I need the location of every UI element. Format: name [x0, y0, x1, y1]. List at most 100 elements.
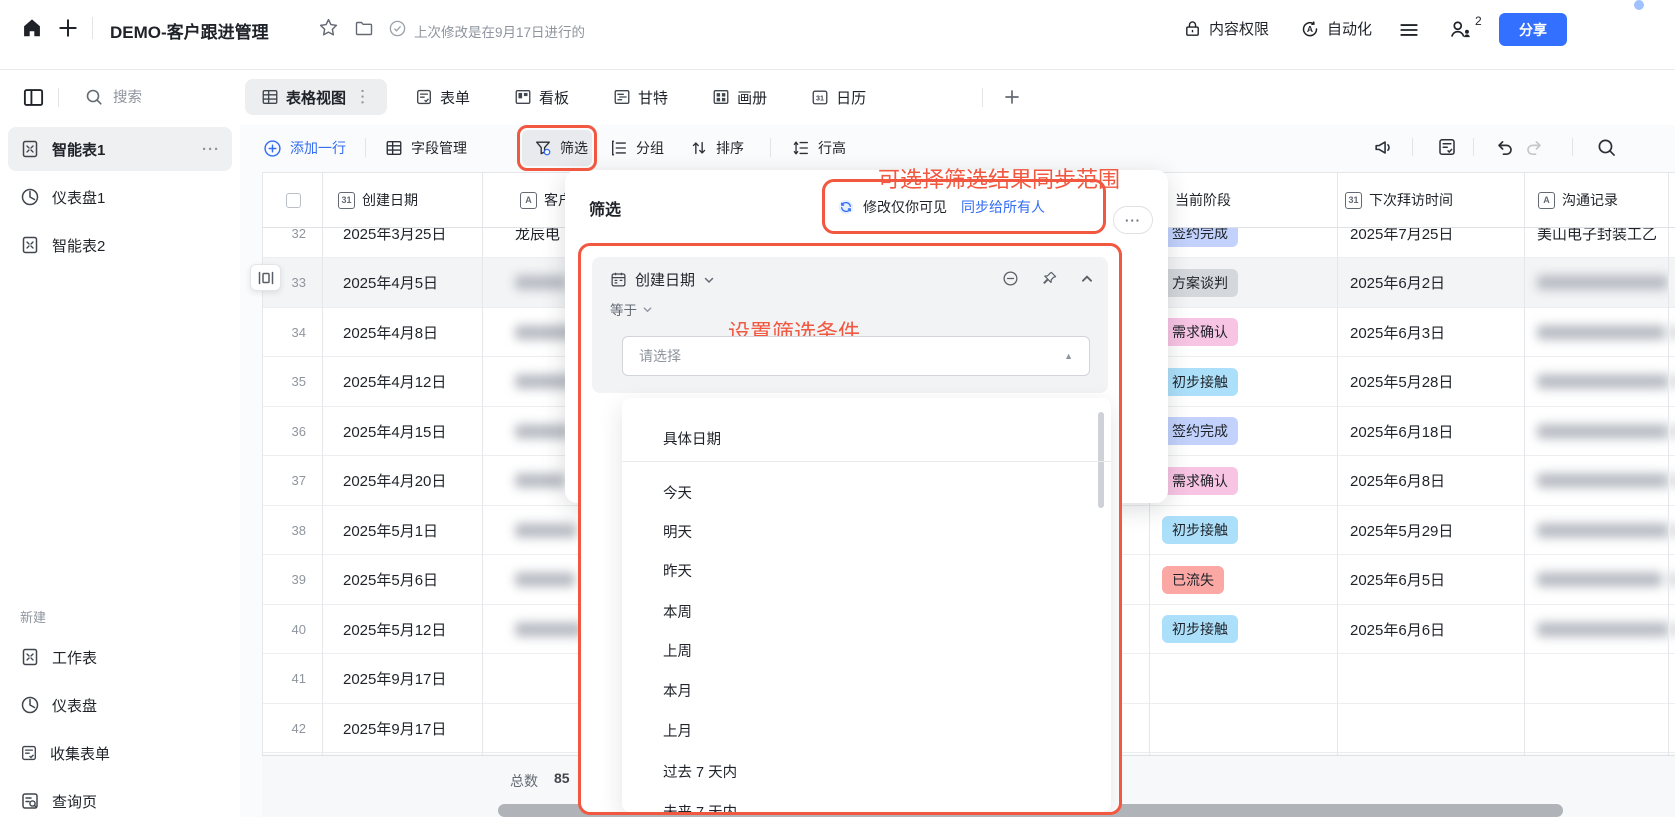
- row-number[interactable]: 34: [262, 308, 314, 358]
- sidebar-item-智能表1[interactable]: 智能表1···: [8, 127, 232, 171]
- share-button[interactable]: 分享: [1499, 13, 1567, 46]
- date-option-昨天[interactable]: 昨天: [622, 552, 1111, 588]
- content-permission-button[interactable]: 内容权限: [1183, 18, 1269, 39]
- row-number[interactable]: 39: [262, 555, 314, 605]
- group-button[interactable]: 分组: [610, 138, 664, 158]
- home-icon[interactable]: [21, 17, 43, 39]
- form-view-icon[interactable]: [1437, 137, 1457, 157]
- cell-create-date[interactable]: 2025年4月5日: [322, 258, 482, 308]
- operator-select[interactable]: 等于: [610, 299, 653, 319]
- cell-create-date[interactable]: 2025年3月25日: [322, 228, 482, 258]
- date-option-今天[interactable]: 今天: [622, 474, 1111, 510]
- condition-value-input[interactable]: 请选择 ▲: [622, 336, 1090, 376]
- tab-表格视图[interactable]: 表格视图···: [245, 79, 387, 115]
- cell-create-date[interactable]: 2025年4月12日: [322, 357, 482, 407]
- cell-record[interactable]: [1524, 308, 1668, 358]
- cell-create-date[interactable]: 2025年9月17日: [322, 654, 482, 704]
- condition-field-select[interactable]: 创建日期: [610, 269, 715, 290]
- cell-next-visit[interactable]: 2025年6月6日: [1337, 605, 1524, 655]
- menu-icon[interactable]: [1398, 19, 1420, 41]
- filter-more-button[interactable]: ···: [1113, 206, 1153, 234]
- folder-icon[interactable]: [354, 18, 374, 38]
- sidebar-create-查询页[interactable]: 查询页: [8, 779, 232, 817]
- date-option-未来 7 天内[interactable]: 未来 7 天内: [622, 793, 1111, 815]
- cell-create-date[interactable]: 2025年4月20日: [322, 456, 482, 506]
- tab-more-icon[interactable]: ···: [355, 89, 371, 106]
- tab-画册[interactable]: 画册: [696, 79, 783, 115]
- tab-看板[interactable]: 看板: [498, 79, 585, 115]
- row-number[interactable]: 38: [262, 506, 314, 556]
- cell-next-visit[interactable]: 2025年7月25日: [1337, 228, 1524, 258]
- column-header-record[interactable]: A沟通记录: [1538, 173, 1618, 227]
- cell-record[interactable]: 美山电子封装工乙: [1524, 228, 1668, 258]
- cell-next-visit[interactable]: 2025年6月18日: [1337, 407, 1524, 457]
- row-number[interactable]: 40: [262, 605, 314, 655]
- cell-record[interactable]: [1524, 456, 1668, 506]
- table-search-icon[interactable]: [1596, 137, 1617, 158]
- row-number[interactable]: 37: [262, 456, 314, 506]
- sidebar-create-工作表[interactable]: 工作表: [8, 635, 232, 679]
- cell-create-date[interactable]: 2025年9月17日: [322, 704, 482, 754]
- cell-create-date[interactable]: 2025年4月15日: [322, 407, 482, 457]
- new-doc-plus-icon[interactable]: [57, 17, 79, 39]
- cell-record[interactable]: [1524, 654, 1668, 704]
- column-header-create-date[interactable]: 31创建日期: [338, 173, 418, 227]
- automation-button[interactable]: A 自动化: [1300, 18, 1372, 39]
- cell-next-visit[interactable]: 2025年6月8日: [1337, 456, 1524, 506]
- add-row-button[interactable]: 添加一行: [263, 138, 346, 158]
- cell-next-visit[interactable]: 2025年6月3日: [1337, 308, 1524, 358]
- add-view-icon[interactable]: [1002, 87, 1022, 107]
- star-icon[interactable]: [318, 17, 339, 38]
- cell-stage[interactable]: 需求确认: [1149, 308, 1337, 358]
- column-header-next-visit[interactable]: 31下次拜访时间: [1345, 173, 1453, 227]
- undo-icon[interactable]: [1494, 137, 1515, 158]
- cell-stage[interactable]: 初步接触: [1149, 357, 1337, 407]
- sidebar-item-智能表2[interactable]: 智能表2: [8, 223, 232, 267]
- row-number[interactable]: 42: [262, 704, 314, 754]
- sidebar-create-收集表单[interactable]: 收集表单: [8, 731, 232, 775]
- sync-to-everyone-link[interactable]: 同步给所有人: [961, 197, 1045, 217]
- pin-condition-icon[interactable]: [1041, 270, 1058, 287]
- expand-record-button[interactable]: [250, 264, 281, 291]
- row-number[interactable]: 32: [262, 228, 314, 258]
- cell-record[interactable]: [1524, 555, 1668, 605]
- sort-button[interactable]: 排序: [690, 138, 744, 158]
- cell-stage[interactable]: 需求确认: [1149, 456, 1337, 506]
- remove-condition-icon[interactable]: [1002, 270, 1019, 287]
- redo-icon[interactable]: [1524, 137, 1545, 158]
- cell-stage[interactable]: 初步接触: [1149, 605, 1337, 655]
- cell-next-visit[interactable]: [1337, 704, 1524, 754]
- cell-record[interactable]: [1524, 258, 1668, 308]
- cell-record[interactable]: [1524, 506, 1668, 556]
- cell-create-date[interactable]: 2025年4月8日: [322, 308, 482, 358]
- tab-日历[interactable]: 31日历: [795, 79, 882, 115]
- cell-record[interactable]: [1524, 407, 1668, 457]
- cell-next-visit[interactable]: 2025年6月2日: [1337, 258, 1524, 308]
- cell-stage[interactable]: 初步接触: [1149, 506, 1337, 556]
- column-header-stage[interactable]: 当前阶段: [1175, 173, 1231, 227]
- cell-record[interactable]: [1524, 605, 1668, 655]
- cell-next-visit[interactable]: 2025年6月5日: [1337, 555, 1524, 605]
- search-button[interactable]: 搜索: [84, 86, 142, 107]
- cell-stage[interactable]: 签约完成: [1149, 228, 1337, 258]
- cell-next-visit[interactable]: 2025年5月28日: [1337, 357, 1524, 407]
- cell-create-date[interactable]: 2025年5月1日: [322, 506, 482, 556]
- cell-stage[interactable]: [1149, 654, 1337, 704]
- date-option-明天[interactable]: 明天: [622, 513, 1111, 549]
- field-manage-button[interactable]: 字段管理: [385, 138, 467, 158]
- sidebar-item-仪表盘1[interactable]: 仪表盘1: [8, 175, 232, 219]
- row-number[interactable]: 36: [262, 407, 314, 457]
- cell-create-date[interactable]: 2025年5月12日: [322, 605, 482, 655]
- item-more-icon[interactable]: ···: [202, 141, 220, 158]
- row-number[interactable]: 41: [262, 654, 314, 704]
- date-option-上周[interactable]: 上周: [622, 632, 1111, 668]
- cell-record[interactable]: [1524, 357, 1668, 407]
- date-option-过去 7 天内[interactable]: 过去 7 天内: [622, 753, 1111, 789]
- tab-甘特[interactable]: 甘特: [597, 79, 684, 115]
- modify-visible-only-you[interactable]: 修改仅你可见: [863, 197, 947, 217]
- tab-表单[interactable]: 表单: [399, 79, 486, 115]
- cell-stage[interactable]: [1149, 704, 1337, 754]
- select-all-checkbox[interactable]: [286, 173, 306, 227]
- option-group-label[interactable]: 具体日期: [622, 420, 1111, 456]
- cell-create-date[interactable]: 2025年5月6日: [322, 555, 482, 605]
